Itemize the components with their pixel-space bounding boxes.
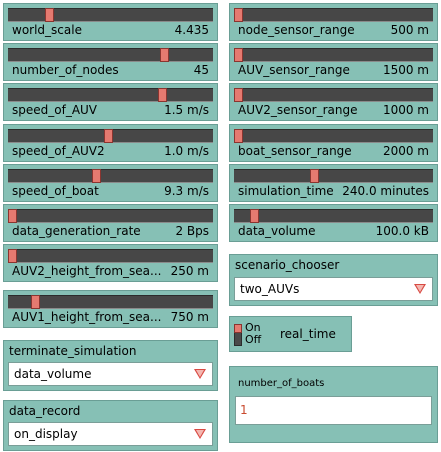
real-time-switch[interactable]: On Off real_time <box>229 316 352 352</box>
monitor-value: 1 <box>240 403 248 417</box>
slider-label: AUV2_sensor_range <box>238 103 358 117</box>
slider-thumb[interactable] <box>233 48 243 62</box>
slider-thumb[interactable] <box>309 169 319 183</box>
slider-number-of-nodes[interactable]: number_of_nodes 45 <box>3 43 218 81</box>
terminate-dropdown[interactable]: data_volume <box>8 362 213 386</box>
slider-value: 45 <box>193 63 209 77</box>
slider-thumb[interactable] <box>233 88 243 102</box>
slider-data-generation-rate[interactable]: data_generation_rate 2 Bps <box>3 204 218 242</box>
slider-value: 1000 m <box>382 103 429 117</box>
slider-speed-of-auv[interactable]: speed_of_AUV 1.5 m/s <box>3 83 218 121</box>
monitor-box: 1 <box>235 396 432 425</box>
slider-track[interactable] <box>233 8 433 22</box>
slider-track[interactable] <box>233 129 433 143</box>
slider-label: simulation_time <box>238 184 334 198</box>
slider-auv-sensor-range[interactable]: AUV_sensor_range 1500 m <box>229 43 438 81</box>
slider-thumb[interactable] <box>45 8 54 22</box>
slider-label: boat_sensor_range <box>238 144 352 158</box>
slider-speed-of-boat[interactable]: speed_of_boat 9.3 m/s <box>3 164 218 202</box>
slider-value: 9.3 m/s <box>164 184 209 198</box>
slider-boat-sensor-range[interactable]: boat_sensor_range 2000 m <box>229 124 438 162</box>
chooser-value: on_display <box>14 427 78 441</box>
slider-label: data_volume <box>238 224 316 238</box>
slider-label: AUV2_height_from_sea... <box>12 264 162 278</box>
slider-value: 1500 m <box>382 63 429 77</box>
switch-off-label: Off <box>245 333 262 346</box>
slider-track[interactable] <box>8 169 213 183</box>
slider-auv2-height[interactable]: AUV2_height_from_sea... 250 m <box>3 244 218 282</box>
dropdown-arrow-icon[interactable] <box>194 429 206 439</box>
slider-track[interactable] <box>233 88 433 102</box>
slider-thumb[interactable] <box>233 8 243 22</box>
slider-label: AUV1_height_from_sea... <box>12 310 162 324</box>
slider-label: speed_of_AUV2 <box>12 144 105 158</box>
slider-track[interactable] <box>8 129 213 143</box>
slider-speed-of-auv2[interactable]: speed_of_AUV2 1.0 m/s <box>3 124 218 162</box>
slider-track[interactable] <box>8 88 213 102</box>
slider-track[interactable] <box>234 209 433 223</box>
slider-value: 750 m <box>170 310 209 324</box>
chooser-value: data_volume <box>14 367 92 381</box>
slider-value: 2000 m <box>382 144 429 158</box>
slider-label: number_of_nodes <box>12 63 119 77</box>
chooser-value: two_AUVs <box>240 282 300 296</box>
monitor-title: number_of_boats <box>238 378 325 389</box>
slider-thumb[interactable] <box>157 88 167 102</box>
slider-thumb[interactable] <box>92 169 102 183</box>
slider-track[interactable] <box>8 8 213 22</box>
data-record-chooser[interactable]: data_record on_display <box>3 400 218 451</box>
slider-value: 2 Bps <box>175 224 209 238</box>
chooser-title: scenario_chooser <box>235 258 340 272</box>
slider-world-scale[interactable]: world_scale 4.435 <box>3 3 218 41</box>
slider-auv1-height[interactable]: AUV1_height_from_sea... 750 m <box>3 290 218 328</box>
slider-label: data_generation_rate <box>12 224 141 238</box>
slider-value: 500 m <box>390 23 429 37</box>
slider-label: node_sensor_range <box>238 23 355 37</box>
slider-track[interactable] <box>234 169 433 183</box>
slider-thumb[interactable] <box>8 249 18 263</box>
slider-data-volume[interactable]: data_volume 100.0 kB <box>229 204 438 242</box>
dropdown-arrow-icon[interactable] <box>194 369 206 379</box>
slider-track[interactable] <box>8 295 213 309</box>
slider-auv2-sensor-range[interactable]: AUV2_sensor_range 1000 m <box>229 83 438 121</box>
slider-thumb[interactable] <box>159 48 169 62</box>
slider-track[interactable] <box>8 249 213 263</box>
slider-label: AUV_sensor_range <box>238 63 350 77</box>
chooser-title: terminate_simulation <box>9 344 137 358</box>
scenario-chooser[interactable]: scenario_chooser two_AUVs <box>229 254 438 306</box>
slider-track[interactable] <box>233 48 433 62</box>
slider-label: speed_of_AUV <box>12 103 98 117</box>
slider-value: 100.0 kB <box>375 224 429 238</box>
slider-node-sensor-range[interactable]: node_sensor_range 500 m <box>229 3 438 41</box>
switch-on-label: On <box>245 321 261 334</box>
chooser-title: data_record <box>9 404 81 418</box>
slider-thumb[interactable] <box>8 209 18 223</box>
slider-value: 250 m <box>170 264 209 278</box>
scenario-dropdown[interactable]: two_AUVs <box>234 277 433 301</box>
slider-label: speed_of_boat <box>12 184 99 198</box>
slider-simulation-time[interactable]: simulation_time 240.0 minutes <box>229 164 438 202</box>
slider-value: 1.0 m/s <box>164 144 209 158</box>
terminate-simulation-chooser[interactable]: terminate_simulation data_volume <box>3 340 218 391</box>
slider-value: 4.435 <box>174 23 209 37</box>
record-dropdown[interactable]: on_display <box>8 422 213 446</box>
switch-knob[interactable] <box>234 324 242 333</box>
slider-thumb[interactable] <box>104 129 114 143</box>
slider-value: 1.5 m/s <box>164 103 209 117</box>
dropdown-arrow-icon[interactable] <box>414 284 426 294</box>
slider-track[interactable] <box>8 48 213 62</box>
slider-thumb[interactable] <box>233 129 243 143</box>
switch-label: real_time <box>280 327 336 341</box>
slider-thumb[interactable] <box>249 209 259 223</box>
slider-label: world_scale <box>12 23 82 37</box>
number-of-boats-monitor: number_of_boats 1 <box>229 366 438 443</box>
switch-track[interactable] <box>234 324 242 346</box>
slider-value: 240.0 minutes <box>342 184 429 198</box>
slider-thumb[interactable] <box>30 295 40 309</box>
slider-track[interactable] <box>8 209 213 223</box>
